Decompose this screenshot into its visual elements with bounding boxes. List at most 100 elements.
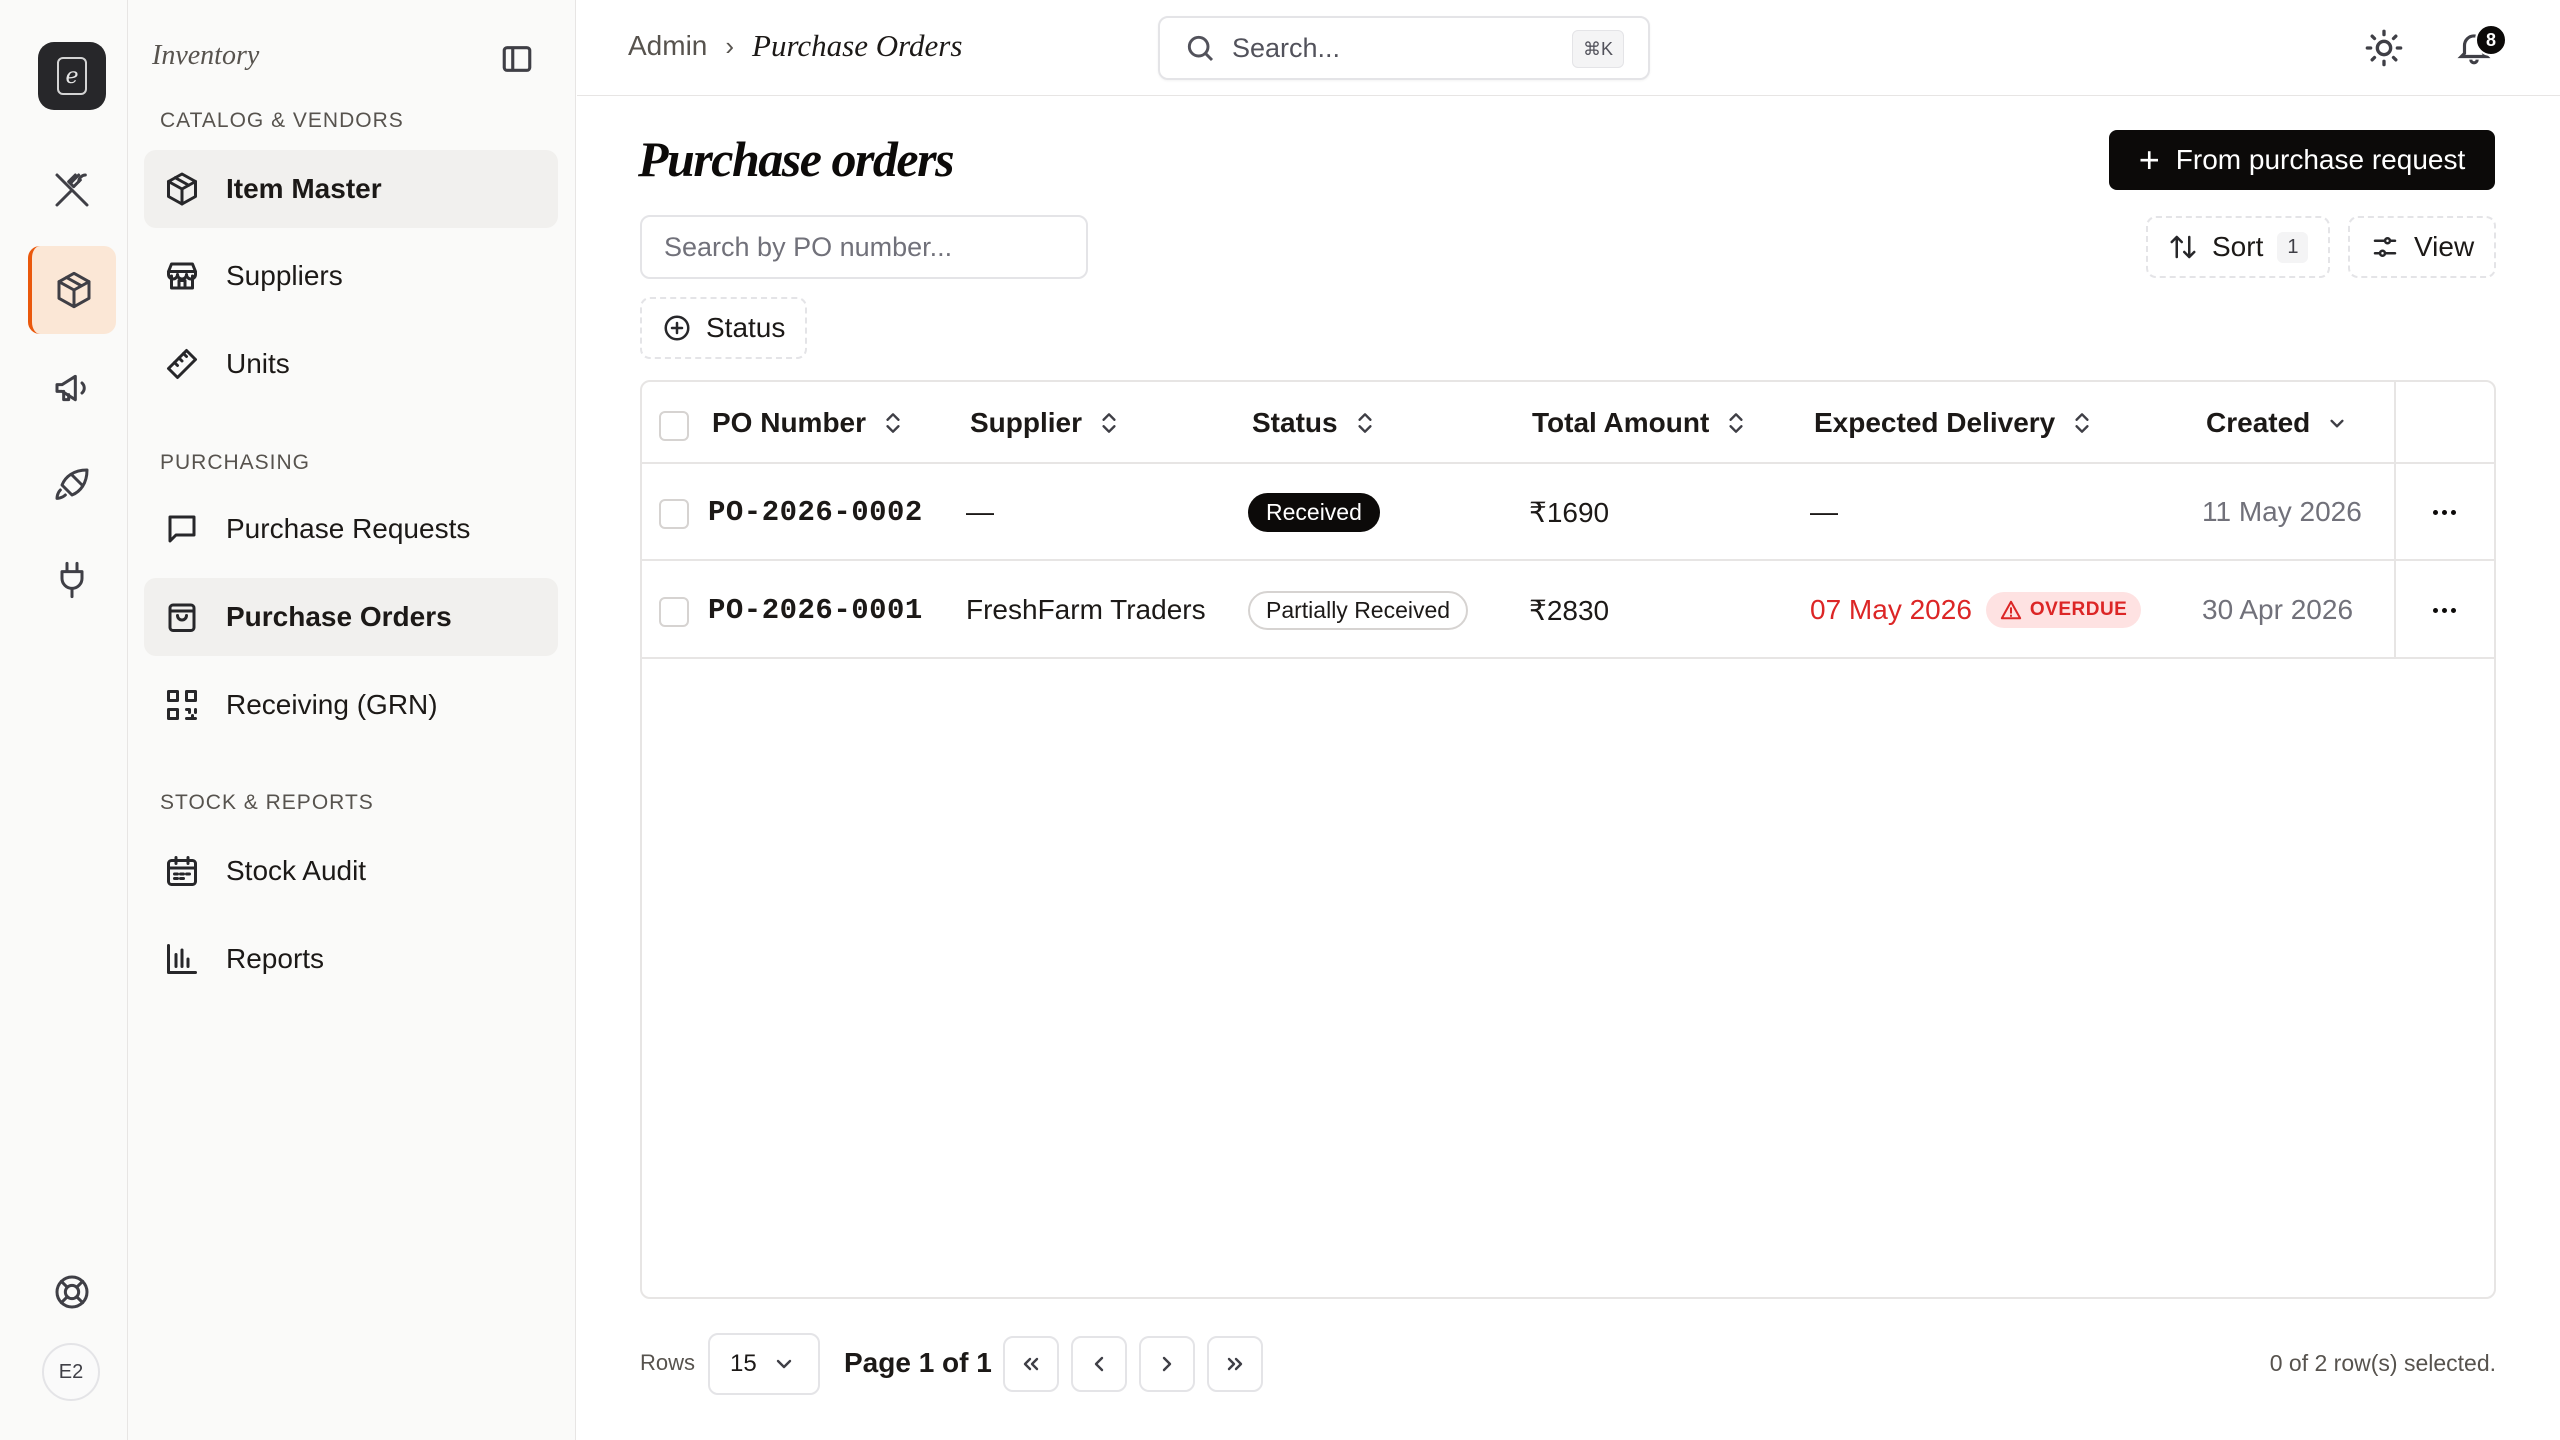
logo-letter: e	[57, 57, 87, 95]
bar-chart-icon	[167, 944, 197, 974]
cell-total-amount: ₹1690	[1529, 496, 1610, 528]
plug-icon[interactable]	[28, 536, 116, 624]
chevron-down-icon	[776, 1359, 792, 1369]
sidebar-item-purchase-requests[interactable]: Purchase Requests	[144, 490, 558, 568]
sort-button[interactable]: Sort 1	[2146, 216, 2331, 278]
chevrons-right-icon	[1227, 1357, 1243, 1371]
rows-per-page-select[interactable]: 15	[708, 1333, 820, 1395]
from-purchase-request-button[interactable]: + From purchase request	[2109, 130, 2495, 190]
cell-status: Partially Received	[1248, 562, 1469, 658]
row-checkbox[interactable]	[659, 597, 689, 627]
table-row[interactable]: PO-2026-0002 — Received ₹1690 — 11 May 2…	[642, 464, 2494, 561]
cell-po-number[interactable]: PO-2026-0002	[708, 464, 923, 560]
cell-status: Received	[1248, 464, 1380, 560]
breadcrumb-admin[interactable]: Admin	[628, 30, 707, 62]
icon-rail: e E2	[0, 0, 128, 1440]
next-page-button[interactable]	[1139, 1336, 1195, 1392]
theme-toggle-sun-icon[interactable]	[2364, 28, 2404, 68]
sidebar-item-label: Purchase Requests	[226, 513, 471, 544]
actions-column-divider	[2394, 382, 2396, 658]
global-search[interactable]: Search... ⌘K	[1158, 16, 1650, 80]
megaphone-icon[interactable]	[28, 344, 116, 432]
app-logo[interactable]: e	[38, 42, 106, 110]
sidebar-item-units[interactable]: Units	[144, 325, 558, 403]
sidebar-item-label: Item Master	[226, 173, 382, 204]
chevrons-up-down-icon	[886, 413, 900, 433]
calendar-icon	[167, 856, 197, 886]
user-avatar[interactable]: E2	[42, 1343, 100, 1401]
column-header-supplier[interactable]: Supplier	[970, 382, 1122, 464]
cell-expected-delivery: 07 May 2026 OVERDUE	[1810, 562, 2142, 658]
view-label: View	[2414, 231, 2475, 262]
status-filter-button[interactable]: Status	[640, 297, 808, 359]
sidebar-item-label: Purchase Orders	[226, 601, 452, 632]
column-header-po-number[interactable]: PO Number	[712, 382, 906, 464]
box-icon	[167, 172, 197, 206]
table-row[interactable]: PO-2026-0001 FreshFarm Traders Partially…	[642, 562, 2494, 659]
sidebar-item-receiving[interactable]: Receiving (GRN)	[144, 666, 558, 744]
column-header-total-amount[interactable]: Total Amount	[1532, 382, 1749, 464]
chevron-right-icon	[1162, 1356, 1172, 1372]
sidebar-item-label: Units	[226, 348, 290, 379]
message-square-icon	[168, 515, 196, 543]
po-search-input[interactable]	[640, 215, 1088, 279]
cell-supplier: FreshFarm Traders	[966, 594, 1206, 625]
chevrons-up-down-icon	[1102, 413, 1116, 433]
rocket-icon[interactable]	[28, 441, 116, 529]
expected-delivery-date: 07 May 2026	[1810, 594, 1972, 625]
selection-count: 0 of 2 row(s) selected.	[2269, 1350, 2496, 1376]
plus-icon: +	[2138, 139, 2160, 180]
sidebar-item-reports[interactable]: Reports	[144, 920, 558, 998]
column-header-created[interactable]: Created	[2206, 382, 2350, 464]
cell-po-number[interactable]: PO-2026-0001	[708, 562, 923, 658]
sort-label: Sort	[2212, 231, 2264, 262]
last-page-button[interactable]	[1207, 1336, 1263, 1392]
qr-code-icon	[167, 690, 197, 720]
status-filter-label: Status	[706, 312, 786, 343]
sidebar-item-suppliers[interactable]: Suppliers	[144, 237, 558, 315]
column-label: PO Number	[712, 407, 867, 438]
page-title: Purchase orders	[638, 131, 955, 187]
sidebar-item-purchase-orders[interactable]: Purchase Orders	[144, 578, 558, 656]
chevrons-up-down-icon	[1357, 413, 1372, 433]
life-buoy-icon[interactable]	[28, 1248, 116, 1336]
row-actions-more-icon[interactable]	[2424, 492, 2464, 532]
plus-circle-icon	[664, 315, 690, 341]
package-icon[interactable]	[28, 246, 116, 334]
view-button[interactable]: View	[2348, 216, 2497, 278]
sidebar-item-label: Suppliers	[226, 260, 343, 291]
utensils-crossed-icon[interactable]	[28, 146, 116, 234]
row-actions-more-icon[interactable]	[2424, 590, 2464, 630]
search-icon	[1187, 35, 1214, 62]
chevron-down-icon	[2330, 419, 2344, 428]
global-search-placeholder: Search...	[1232, 32, 1341, 63]
cell-total-amount: ₹2830	[1529, 594, 1610, 626]
table-header: PO Number Supplier Status Total Amount E…	[642, 382, 2494, 464]
section-label-catalog: CATALOG & VENDORS	[160, 109, 404, 132]
chevron-right-icon: ›	[725, 30, 735, 61]
column-header-expected-delivery[interactable]: Expected Delivery	[1814, 382, 2095, 464]
overdue-label: OVERDUE	[2029, 599, 2128, 620]
previous-page-button[interactable]	[1071, 1336, 1127, 1392]
sidebar-item-label: Receiving (GRN)	[226, 689, 438, 720]
ruler-icon	[167, 349, 197, 379]
chevrons-left-icon	[1023, 1357, 1039, 1371]
sidebar-item-item-master[interactable]: Item Master	[144, 150, 558, 228]
sidebar-toggle-icon[interactable]	[500, 42, 534, 76]
column-label: Created	[2206, 407, 2311, 438]
chevrons-up-down-icon	[1729, 413, 1743, 433]
page-info: Page 1 of 1	[844, 1347, 992, 1378]
sidebar: Inventory CATALOG & VENDORS Item Master …	[128, 0, 576, 1440]
cell-created: 30 Apr 2026	[2202, 594, 2354, 625]
sidebar-item-stock-audit[interactable]: Stock Audit	[144, 832, 558, 910]
row-checkbox[interactable]	[659, 499, 689, 529]
notifications-bell-icon[interactable]: 8	[2455, 24, 2507, 68]
shortcut-badge: ⌘K	[1572, 30, 1624, 68]
breadcrumb-current: Purchase Orders	[752, 28, 963, 63]
first-page-button[interactable]	[1003, 1336, 1059, 1392]
sidebar-item-label: Reports	[226, 943, 325, 974]
select-all-checkbox[interactable]	[659, 411, 689, 441]
overdue-badge: OVERDUE	[1985, 592, 2142, 628]
notification-count-badge: 8	[2475, 24, 2507, 56]
column-header-status[interactable]: Status	[1252, 382, 1378, 464]
